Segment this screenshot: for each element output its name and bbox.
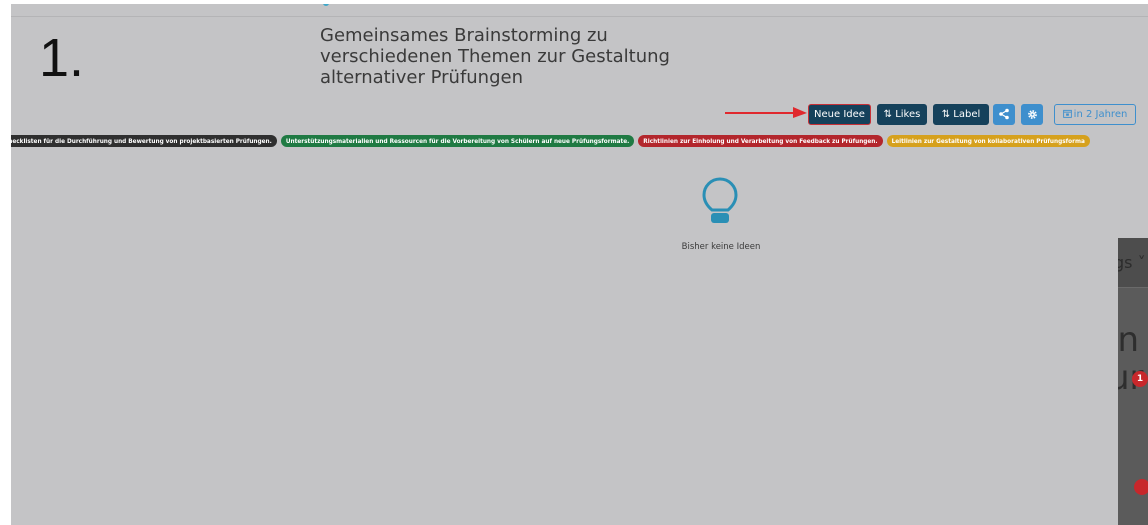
lightbulb-icon [702,177,738,223]
screenshot-frame: 1. Gemeinsames Brainstorming zu verschie… [11,4,1148,525]
sort-likes-button[interactable]: ⇅ Likes [877,104,927,125]
new-idea-button[interactable]: Neue Idee [808,104,871,125]
settings-button[interactable] [1021,104,1043,125]
overlay-tab-fragment: gs ˅ [1118,253,1146,272]
overlay-window: gs ˅ in ur 1 [1118,238,1148,525]
deadline-label: in 2 Jahren [1073,109,1128,120]
empty-state-text: Bisher keine Ideen [681,242,761,252]
deadline-button[interactable]: in 2 Jahren [1054,104,1136,125]
calendar-icon [1062,109,1072,118]
label-chip-checklists[interactable]: Checklisten für die Durchführung und Bew… [11,135,277,147]
label-filter-row: Checklisten für die Durchführung und Bew… [11,135,1094,149]
share-icon [999,108,1009,120]
label-chip-collaborative[interactable]: Leitlinien zur Gestaltung von kollaborat… [886,135,1090,147]
overlay-badge-1: 1 [1132,371,1148,387]
page-title: Gemeinsames Brainstorming zu verschieden… [320,25,670,88]
overlay-badge-2 [1134,479,1148,495]
overlay-text-line1: in [1118,320,1139,360]
header-divider [11,16,1148,17]
header-dot [323,4,329,6]
gear-icon [1027,110,1037,119]
share-button[interactable] [993,104,1015,125]
step-number: 1. [39,28,85,88]
label-chip-feedback[interactable]: Richtlinien zur Einholung und Verarbeitu… [638,135,883,147]
sort-label-button[interactable]: ⇅ Label [933,104,989,125]
annotation-arrow [725,107,807,118]
label-chip-materials[interactable]: Unterstützungsmaterialien und Ressourcen… [280,135,635,147]
